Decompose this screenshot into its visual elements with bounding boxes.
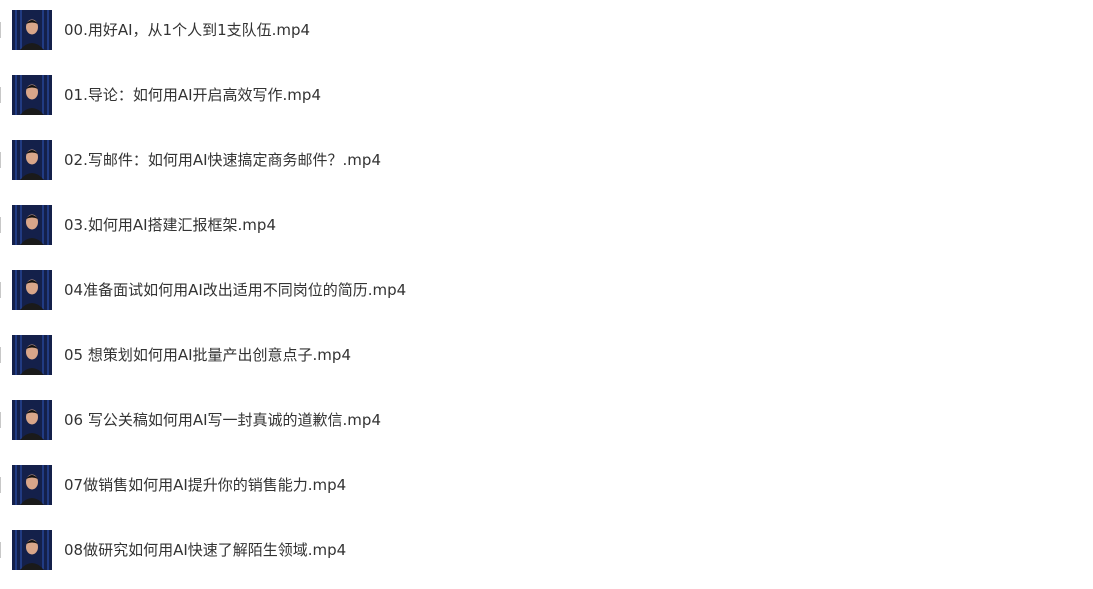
video-thumbnail-icon xyxy=(12,75,52,115)
row-marker xyxy=(0,542,1,558)
file-row[interactable]: 08做研究如何用AI快速了解陌生领域.mp4 xyxy=(0,530,700,570)
file-row[interactable]: 05 想策划如何用AI批量产出创意点子.mp4 xyxy=(0,335,700,375)
file-list: 00.用好AI，从1个人到1支队伍.mp4 01.导论：如何用AI开启高效写作.… xyxy=(0,0,1093,589)
row-marker xyxy=(0,87,1,103)
file-name: 06 写公关稿如何用AI写一封真诚的道歉信.mp4 xyxy=(64,411,381,429)
row-marker xyxy=(0,412,1,428)
video-thumbnail-icon xyxy=(12,465,52,505)
video-thumbnail-icon xyxy=(12,205,52,245)
file-name: 04准备面试如何用AI改出适用不同岗位的简历.mp4 xyxy=(64,281,407,299)
video-thumbnail-icon xyxy=(12,400,52,440)
file-row[interactable]: 00.用好AI，从1个人到1支队伍.mp4 xyxy=(0,10,700,50)
row-marker xyxy=(0,347,1,363)
file-name: 08做研究如何用AI快速了解陌生领域.mp4 xyxy=(64,541,347,559)
row-marker xyxy=(0,152,1,168)
row-marker xyxy=(0,282,1,298)
video-thumbnail-icon xyxy=(12,335,52,375)
file-row[interactable]: 03.如何用AI搭建汇报框架.mp4 xyxy=(0,205,700,245)
file-name: 05 想策划如何用AI批量产出创意点子.mp4 xyxy=(64,346,351,364)
file-name: 02.写邮件：如何用AI快速搞定商务邮件？.mp4 xyxy=(64,151,381,169)
file-name: 00.用好AI，从1个人到1支队伍.mp4 xyxy=(64,21,311,39)
file-name: 07做销售如何用AI提升你的销售能力.mp4 xyxy=(64,476,347,494)
row-marker xyxy=(0,217,1,233)
file-row[interactable]: 01.导论：如何用AI开启高效写作.mp4 xyxy=(0,75,700,115)
file-row[interactable]: 02.写邮件：如何用AI快速搞定商务邮件？.mp4 xyxy=(0,140,700,180)
video-thumbnail-icon xyxy=(12,140,52,180)
video-thumbnail-icon xyxy=(12,10,52,50)
file-row[interactable]: 06 写公关稿如何用AI写一封真诚的道歉信.mp4 xyxy=(0,400,700,440)
row-marker xyxy=(0,22,1,38)
file-name: 03.如何用AI搭建汇报框架.mp4 xyxy=(64,216,276,234)
row-marker xyxy=(0,477,1,493)
file-name: 01.导论：如何用AI开启高效写作.mp4 xyxy=(64,86,321,104)
video-thumbnail-icon xyxy=(12,530,52,570)
file-row[interactable]: 07做销售如何用AI提升你的销售能力.mp4 xyxy=(0,465,700,505)
video-thumbnail-icon xyxy=(12,270,52,310)
file-row[interactable]: 04准备面试如何用AI改出适用不同岗位的简历.mp4 xyxy=(0,270,700,310)
